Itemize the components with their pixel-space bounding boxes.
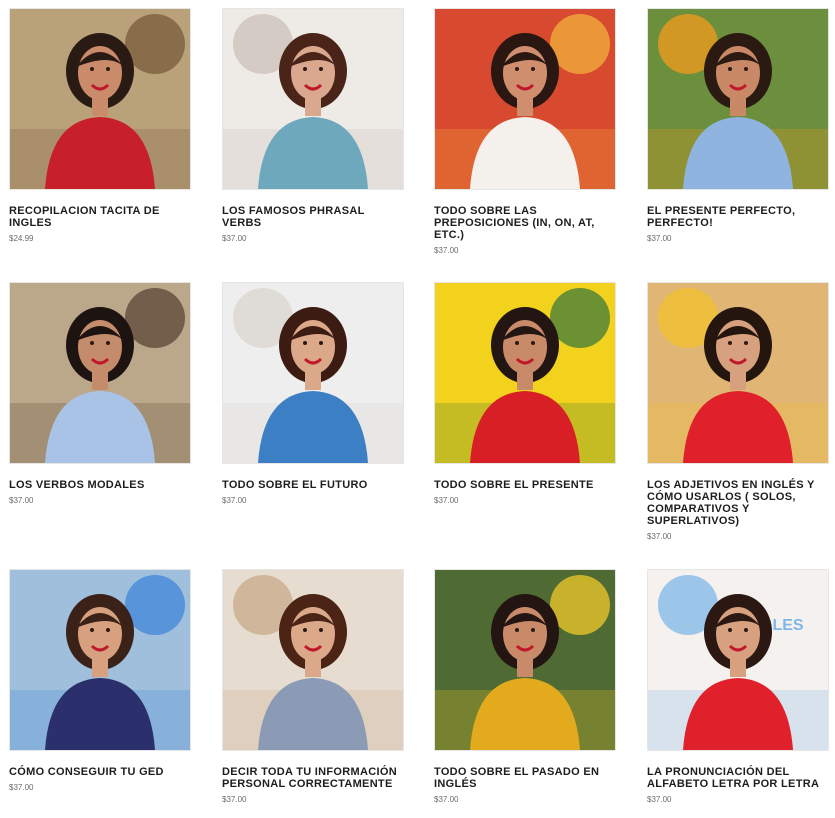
product-image[interactable] xyxy=(647,282,829,464)
product-grid: RECOPILACION TACITA DE INGLES $24.99 LOS… xyxy=(0,0,835,818)
product-price: $37.00 xyxy=(434,795,459,804)
portrait-photo xyxy=(648,283,828,463)
product-image[interactable] xyxy=(9,8,191,190)
product-price: $37.00 xyxy=(9,783,34,792)
product-card[interactable]: DECIR TODA TU INFORMACIÓN PERSONAL CORRE… xyxy=(222,569,404,804)
product-image[interactable] xyxy=(9,569,191,751)
product-price: $37.00 xyxy=(647,234,672,243)
product-title[interactable]: TODO SOBRE EL PRESENTE xyxy=(434,479,616,491)
product-title[interactable]: LOS ADJETIVOS EN INGLÉS Y CÓMO USARLOS (… xyxy=(647,479,829,527)
portrait-photo xyxy=(435,9,615,189)
product-card[interactable]: TODO SOBRE LAS PREPOSICIONES (IN, ON, AT… xyxy=(434,8,616,255)
product-image[interactable] xyxy=(9,282,191,464)
product-card[interactable]: LOS FAMOSOS PHRASAL VERBS $37.00 xyxy=(222,8,404,243)
product-image[interactable] xyxy=(647,8,829,190)
portrait-photo xyxy=(435,283,615,463)
product-price: $37.00 xyxy=(434,246,459,255)
product-image[interactable] xyxy=(434,569,616,751)
product-price: $37.00 xyxy=(647,532,672,541)
product-card[interactable]: TODO SOBRE EL PRESENTE $37.00 xyxy=(434,282,616,505)
portrait-photo xyxy=(223,570,403,750)
product-title[interactable]: LOS FAMOSOS PHRASAL VERBS xyxy=(222,205,404,229)
product-price: $37.00 xyxy=(222,496,247,505)
product-card[interactable]: EL PRESENTE PERFECTO, PERFECTO! $37.00 xyxy=(647,8,829,243)
product-price: $37.00 xyxy=(647,795,672,804)
product-price: $24.99 xyxy=(9,234,34,243)
portrait-photo xyxy=(223,283,403,463)
product-price: $37.00 xyxy=(434,496,459,505)
product-price: $37.00 xyxy=(9,496,34,505)
product-card[interactable]: LOS VERBOS MODALES $37.00 xyxy=(9,282,191,505)
product-title[interactable]: RECOPILACION TACITA DE INGLES xyxy=(9,205,191,229)
product-title[interactable]: TODO SOBRE EL FUTURO xyxy=(222,479,404,491)
portrait-photo xyxy=(10,9,190,189)
product-title[interactable]: EL PRESENTE PERFECTO, PERFECTO! xyxy=(647,205,829,229)
product-title[interactable]: LA PRONUNCIACIÓN DEL ALFABETO LETRA POR … xyxy=(647,766,829,790)
product-card[interactable]: CÓMO CONSEGUIR TU GED $37.00 xyxy=(9,569,191,792)
product-card[interactable]: TODO SOBRE EL PASADO EN INGLÉS $37.00 xyxy=(434,569,616,804)
product-card[interactable]: LOS ADJETIVOS EN INGLÉS Y CÓMO USARLOS (… xyxy=(647,282,829,541)
product-price: $37.00 xyxy=(222,795,247,804)
product-image[interactable] xyxy=(222,569,404,751)
product-title[interactable]: CÓMO CONSEGUIR TU GED xyxy=(9,766,191,778)
product-card[interactable]: TODO SOBRE EL FUTURO $37.00 xyxy=(222,282,404,505)
portrait-photo xyxy=(10,570,190,750)
product-card[interactable]: RECOPILACION TACITA DE INGLES $24.99 xyxy=(9,8,191,243)
portrait-photo xyxy=(435,570,615,750)
product-image[interactable] xyxy=(222,8,404,190)
product-price: $37.00 xyxy=(222,234,247,243)
product-title[interactable]: TODO SOBRE EL PASADO EN INGLÉS xyxy=(434,766,616,790)
portrait-photo xyxy=(10,283,190,463)
product-title[interactable]: DECIR TODA TU INFORMACIÓN PERSONAL CORRE… xyxy=(222,766,404,790)
portrait-photo xyxy=(648,9,828,189)
product-image[interactable]: INGLES xyxy=(647,569,829,751)
product-image[interactable] xyxy=(434,8,616,190)
portrait-photo: INGLES xyxy=(648,570,828,750)
product-title[interactable]: LOS VERBOS MODALES xyxy=(9,479,191,491)
product-title[interactable]: TODO SOBRE LAS PREPOSICIONES (IN, ON, AT… xyxy=(434,205,616,241)
portrait-photo xyxy=(223,9,403,189)
product-card[interactable]: INGLES LA PRONUNCIACIÓN DEL ALFABETO LET… xyxy=(647,569,829,804)
product-image[interactable] xyxy=(434,282,616,464)
product-image[interactable] xyxy=(222,282,404,464)
